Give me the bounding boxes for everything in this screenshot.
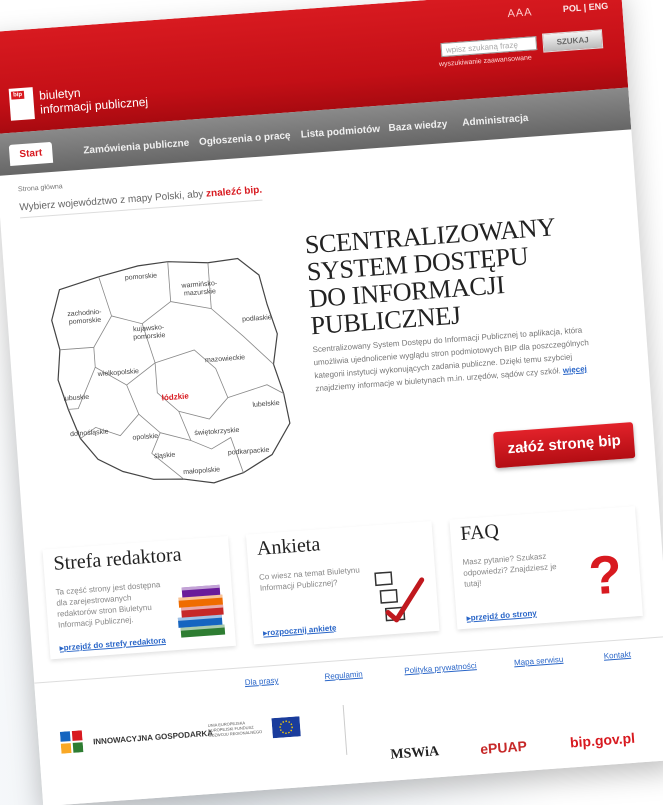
more-link[interactable]: więcej xyxy=(563,364,588,375)
footer-link-privacy[interactable]: Polityka prywatności xyxy=(404,661,477,675)
poland-map-outline xyxy=(51,257,291,484)
site-name[interactable]: biuletyn informacji publicznej xyxy=(39,81,149,117)
footer-divider xyxy=(342,704,348,755)
hero-title: SCENTRALIZOWANY SYSTEM DOSTĘPU DO INFORM… xyxy=(304,210,611,340)
create-bip-button[interactable]: załóż stronę bip xyxy=(493,422,636,469)
footer-link-sitemap[interactable]: Mapa serwisu xyxy=(514,655,564,668)
footer-link-terms[interactable]: Regulamin xyxy=(324,670,363,682)
faq-title: FAQ xyxy=(459,520,500,545)
font-size-controls[interactable]: AAA xyxy=(507,6,533,20)
footer-link-contact[interactable]: Kontakt xyxy=(603,650,631,661)
nav-start-tab[interactable]: Start xyxy=(8,141,53,166)
innovative-economy-text: INNOWACYJNA GOSPODARKA xyxy=(92,728,214,747)
lang-eng-link[interactable]: ENG xyxy=(588,1,608,12)
mswia-logo[interactable]: MSWiA xyxy=(390,744,440,764)
screenshot-stage: AAA POL | ENG wpisz szukaną frazę wyszuk… xyxy=(0,0,663,805)
nav-lista-podmiotow[interactable]: Lista podmiotów xyxy=(300,124,380,141)
region-warminsko-mazurskie[interactable]: warmińsko- mazurskie xyxy=(181,280,218,299)
breadcrumb[interactable]: Strona główna xyxy=(18,183,63,193)
innovative-economy-icon xyxy=(59,730,84,754)
innovative-economy-logo[interactable]: INNOWACYJNA GOSPODARKA xyxy=(59,721,214,754)
find-bip-link[interactable]: znaleźć bip. xyxy=(206,185,263,200)
choose-region-text: Wybierz województwo z mapy Polski, aby xyxy=(18,188,204,214)
books-icon xyxy=(177,584,226,638)
survey-box: Ankieta Co wiesz na temat Biuletynu Info… xyxy=(245,521,440,645)
region-slaskie[interactable]: śląskie xyxy=(154,452,176,462)
logo-badge: bip xyxy=(10,90,25,100)
bip-gov-logo[interactable]: bip.gov.pl xyxy=(569,730,635,751)
nav-zamowienia[interactable]: Zamówienia publiczne xyxy=(83,138,190,157)
bip-logo-icon[interactable]: bip xyxy=(8,87,35,121)
editor-zone-box: Strefa redaktora Ta część strony jest do… xyxy=(42,535,237,660)
epuap-logo[interactable]: ePUAP xyxy=(480,738,528,757)
language-switch: POL | ENG xyxy=(562,1,608,14)
survey-text: Co wiesz na temat Biuletynu Informacji P… xyxy=(258,565,361,593)
eu-fund-text: UNIA EUROPEJSKA EUROPEJSKI FUNDUSZ ROZWO… xyxy=(207,720,263,738)
survey-title: Ankieta xyxy=(256,533,321,560)
region-kujawsko-pomorskie[interactable]: kujawsko- pomorskie xyxy=(132,324,166,342)
nav-baza-wiedzy[interactable]: Baza wiedzy xyxy=(388,119,448,134)
lang-pol-link[interactable]: POL xyxy=(562,3,581,14)
lang-separator: | xyxy=(583,2,587,13)
poland-map: pomorskie warmińsko- mazurskie zachodnio… xyxy=(27,233,305,511)
region-zachodniopomorskie[interactable]: zachodnio- pomorskie xyxy=(67,309,102,327)
nav-administracja[interactable]: Administracja xyxy=(462,113,529,129)
bip-homepage: AAA POL | ENG wpisz szukaną frazę wyszuk… xyxy=(0,0,663,805)
nav-ogloszenia[interactable]: Ogłoszenia o pracę xyxy=(199,130,291,148)
search-button[interactable]: SZUKAJ xyxy=(542,29,604,53)
start-survey-link[interactable]: rozpocznij ankietę xyxy=(263,623,337,637)
faq-link[interactable]: przejdź do strony xyxy=(466,609,537,623)
checkbox-checkmark-icon xyxy=(374,571,425,623)
editor-zone-link[interactable]: przejdź do strefy redaktora xyxy=(59,636,166,653)
faq-box: FAQ Masz pytanie? Szukasz odpowiedzi? Zn… xyxy=(449,506,643,630)
search-input[interactable]: wpisz szukaną frazę xyxy=(440,36,538,58)
site-footer: Dla prasy Regulamin Polityka prywatności… xyxy=(34,636,663,805)
footer-link-press[interactable]: Dla prasy xyxy=(244,676,278,687)
faq-text: Masz pytanie? Szukasz odpowiedzi? Znajdz… xyxy=(462,551,557,589)
editor-zone-text: Ta część strony jest dostępna dla zareje… xyxy=(55,580,161,630)
question-mark-icon: ? xyxy=(586,544,625,607)
eu-flag-icon[interactable] xyxy=(271,716,301,739)
editor-zone-title: Strefa redaktora xyxy=(52,543,183,575)
